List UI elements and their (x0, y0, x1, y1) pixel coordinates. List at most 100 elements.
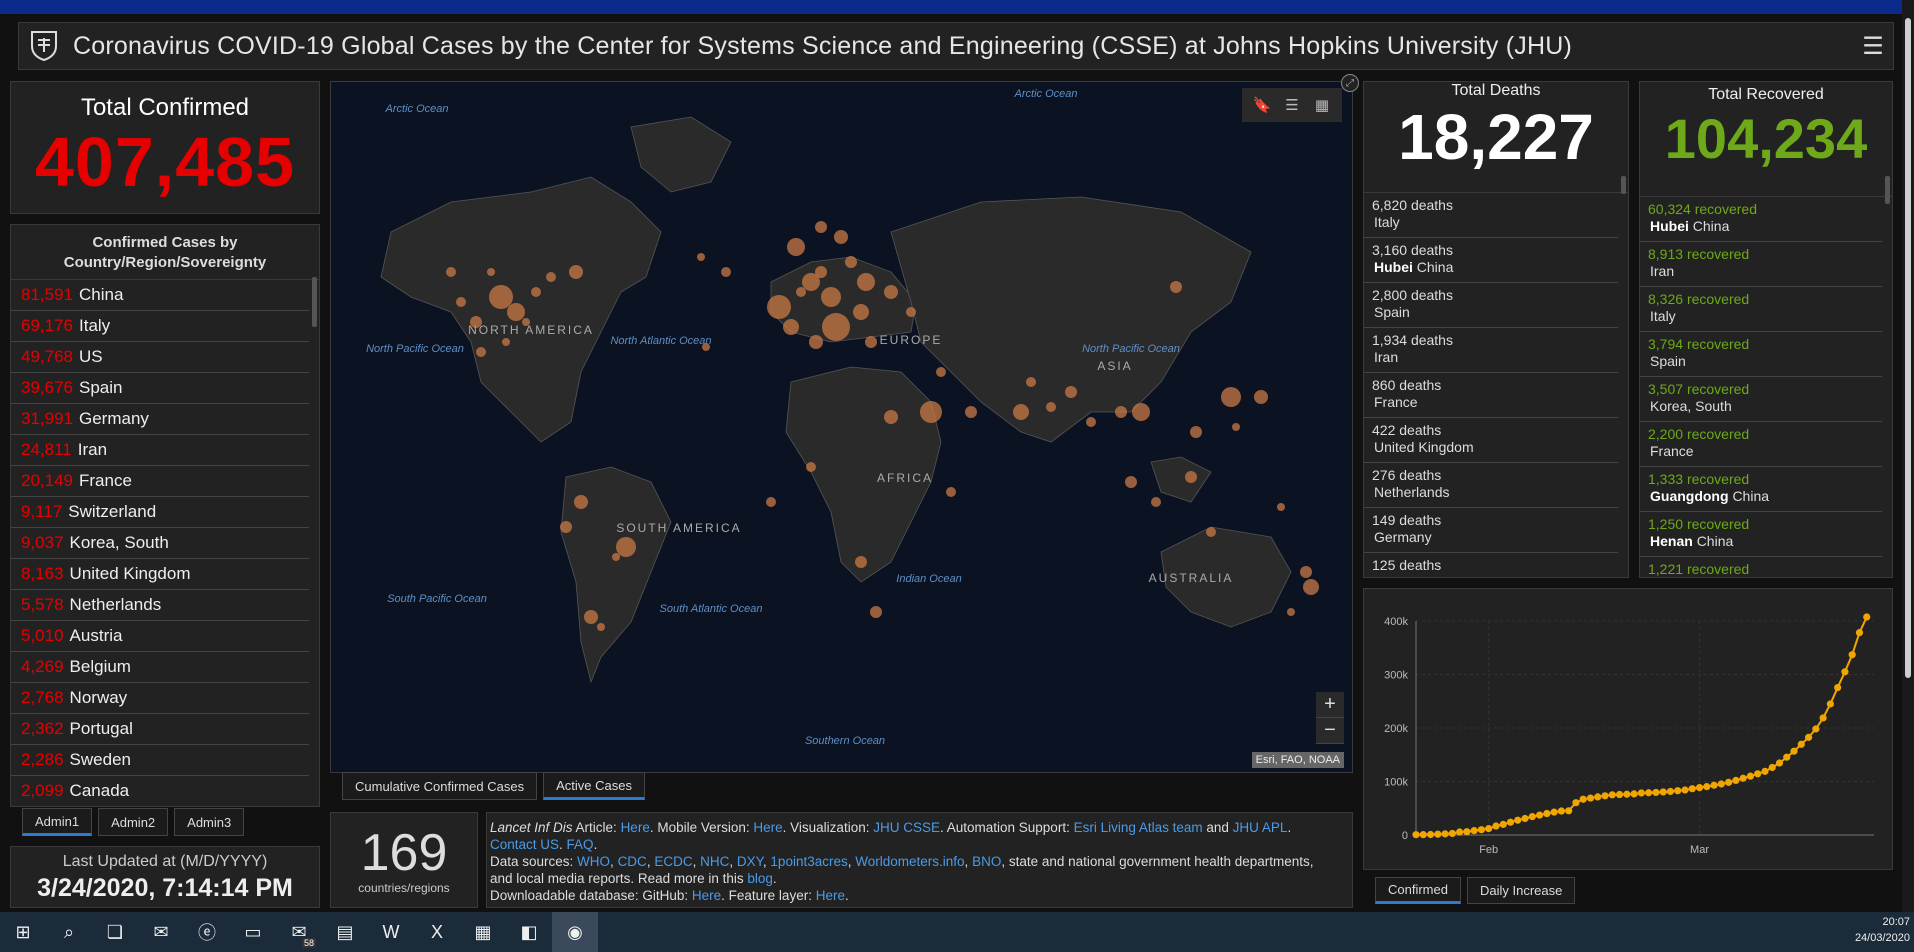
github-link[interactable]: Here (692, 888, 721, 903)
country-list-item[interactable]: 69,176 Italy (11, 311, 309, 342)
map-canvas[interactable]: Arctic Ocean Arctic Ocean North Pacific … (331, 82, 1353, 773)
country-list-scrollbar[interactable] (312, 277, 317, 327)
dxy-link[interactable]: DXY (737, 854, 763, 869)
data-point (1645, 789, 1653, 797)
feature-layer-link[interactable]: Here (816, 888, 845, 903)
tab-active-cases[interactable]: Active Cases (543, 772, 645, 800)
cdc-link[interactable]: CDC (618, 854, 647, 869)
app-header: Coronavirus COVID-19 Global Cases by the… (18, 22, 1894, 70)
nhc-link[interactable]: NHC (700, 854, 729, 869)
recovered-list-item[interactable]: 1,250 recovered Henan China (1640, 512, 1882, 557)
country-list-item[interactable]: 5,578 Netherlands (11, 590, 309, 621)
store-icon[interactable]: ◧ (506, 912, 552, 952)
calculator-icon[interactable]: ▦ (460, 912, 506, 952)
1point3acres-link[interactable]: 1point3acres (770, 854, 847, 869)
country-list-item[interactable]: 2,768 Norway (11, 683, 309, 714)
article-link[interactable]: Here (621, 820, 650, 835)
recovered-list-item[interactable]: 8,913 recovered Iran (1640, 242, 1882, 287)
country-list-item[interactable]: 81,591 China (11, 280, 309, 311)
recovered-list-scrollbar[interactable] (1885, 176, 1890, 204)
mobile-link[interactable]: Here (753, 820, 782, 835)
windows-start-icon[interactable]: ⊞ (0, 912, 46, 952)
sources-line-1: Lancet Inf Dis Article: Here. Mobile Ver… (490, 819, 1336, 853)
deaths-country: Iran (1374, 349, 1399, 365)
recovered-list-item[interactable]: 2,200 recovered France (1640, 422, 1882, 467)
sticky-notes-icon[interactable]: ▤ (322, 912, 368, 952)
country-list-item[interactable]: 24,811 Iran (11, 435, 309, 466)
tab-admin2[interactable]: Admin2 (98, 808, 169, 836)
country-list-item[interactable]: 5,010 Austria (11, 621, 309, 652)
deaths-list-item[interactable]: 6,820 deaths Italy (1364, 193, 1618, 238)
file-explorer-icon[interactable]: ▭ (230, 912, 276, 952)
tab-admin1[interactable]: Admin1 (22, 808, 93, 836)
system-clock[interactable]: 20:07 24/03/2020 (1855, 914, 1910, 946)
legend-list-icon[interactable]: ☰ (1278, 92, 1306, 118)
chrome-icon[interactable]: ◉ (552, 912, 598, 952)
jhu-apl-link[interactable]: JHU APL (1233, 820, 1288, 835)
tab-admin3[interactable]: Admin3 (174, 808, 245, 836)
map-attribution[interactable]: Esri, FAO, NOAA (1251, 752, 1344, 768)
recovered-list-item[interactable]: 8,326 recovered Italy (1640, 287, 1882, 332)
recovered-list-item[interactable]: 3,507 recovered Korea, South (1640, 377, 1882, 422)
outlook-icon[interactable]: ✉ (138, 912, 184, 952)
dot-text: . (593, 837, 598, 852)
deaths-list-item[interactable]: 3,160 deaths Hubei China (1364, 238, 1618, 283)
mail-icon[interactable]: ✉ 58 (276, 912, 322, 952)
country-list-item[interactable]: 31,991 Germany (11, 404, 309, 435)
bno-link[interactable]: BNO (972, 854, 1001, 869)
deaths-list-item[interactable]: 2,800 deaths Spain (1364, 283, 1618, 328)
deaths-list-scrollbar[interactable] (1621, 176, 1626, 194)
ecdc-link[interactable]: ECDC (654, 854, 692, 869)
data-point (1514, 816, 1522, 824)
basemap-gallery-icon[interactable]: ▦ (1308, 92, 1336, 118)
zoom-out-button[interactable]: − (1316, 718, 1344, 744)
country-list-item[interactable]: 2,362 Portugal (11, 714, 309, 745)
jhu-csse-link[interactable]: JHU CSSE (873, 820, 940, 835)
tab-cumulative-confirmed[interactable]: Cumulative Confirmed Cases (342, 772, 538, 800)
blog-link[interactable]: blog (747, 871, 773, 886)
expand-icon[interactable]: ⤢ (1341, 74, 1359, 92)
page-scrollbar[interactable] (1902, 0, 1914, 952)
recovered-list-item[interactable]: 1,221 recoveredZhejiang China (1640, 557, 1882, 577)
zoom-in-button[interactable]: + (1316, 692, 1344, 718)
tab-daily-increase[interactable]: Daily Increase (1466, 877, 1576, 904)
search-icon[interactable]: ⌕ (46, 912, 92, 952)
country-list-item[interactable]: 39,676 Spain (11, 373, 309, 404)
deaths-list-item[interactable]: 125 deathsNew York City New York US (1364, 553, 1618, 577)
who-link[interactable]: WHO (577, 854, 610, 869)
excel-icon[interactable]: X (414, 912, 460, 952)
recovered-list-item[interactable]: 60,324 recovered Hubei China (1640, 197, 1882, 242)
word-icon[interactable]: W (368, 912, 414, 952)
page-scrollbar-thumb[interactable] (1905, 18, 1911, 678)
data-point (1841, 668, 1849, 676)
country-list-item[interactable]: 2,286 Sweden (11, 745, 309, 776)
task-view-icon[interactable]: ❏ (92, 912, 138, 952)
country-list-item[interactable]: 9,037 Korea, South (11, 528, 309, 559)
country-list-item[interactable]: 2,099 Canada (11, 776, 309, 806)
deaths-count: 125 (1372, 557, 1396, 573)
deaths-list-item[interactable]: 1,934 deaths Iran (1364, 328, 1618, 373)
hamburger-menu-icon[interactable]: ☰ (1853, 32, 1893, 61)
tab-confirmed[interactable]: Confirmed (1375, 877, 1461, 904)
country-list-item[interactable]: 20,149 France (11, 466, 309, 497)
country-list-item[interactable]: 4,269 Belgium (11, 652, 309, 683)
esri-link[interactable]: Esri Living Atlas team (1074, 820, 1203, 835)
country-case-count: 49,768 (21, 347, 73, 366)
deaths-list-item[interactable]: 860 deaths France (1364, 373, 1618, 418)
deaths-list-item[interactable]: 276 deaths Netherlands (1364, 463, 1618, 508)
worldometers-link[interactable]: Worldometers.info (855, 854, 964, 869)
recovered-list-item[interactable]: 3,794 recovered Spain (1640, 332, 1882, 377)
deaths-list-item[interactable]: 422 deaths United Kingdom (1364, 418, 1618, 463)
country-list-item[interactable]: 8,163 United Kingdom (11, 559, 309, 590)
deaths-country: United Kingdom (1374, 439, 1474, 455)
recovered-list-item[interactable]: 1,333 recovered Guangdong China (1640, 467, 1882, 512)
data-point (1826, 700, 1834, 708)
country-list-item[interactable]: 49,768 US (11, 342, 309, 373)
faq-link[interactable]: FAQ (567, 837, 594, 852)
edge-browser-icon[interactable]: ⓔ (184, 912, 230, 952)
country-list-item[interactable]: 9,117 Switzerland (11, 497, 309, 528)
bookmark-icon[interactable]: 🔖 (1248, 92, 1276, 118)
world-map[interactable]: Arctic Ocean Arctic Ocean North Pacific … (330, 81, 1353, 773)
contact-us-link[interactable]: Contact US (490, 837, 559, 852)
deaths-list-item[interactable]: 149 deaths Germany (1364, 508, 1618, 553)
